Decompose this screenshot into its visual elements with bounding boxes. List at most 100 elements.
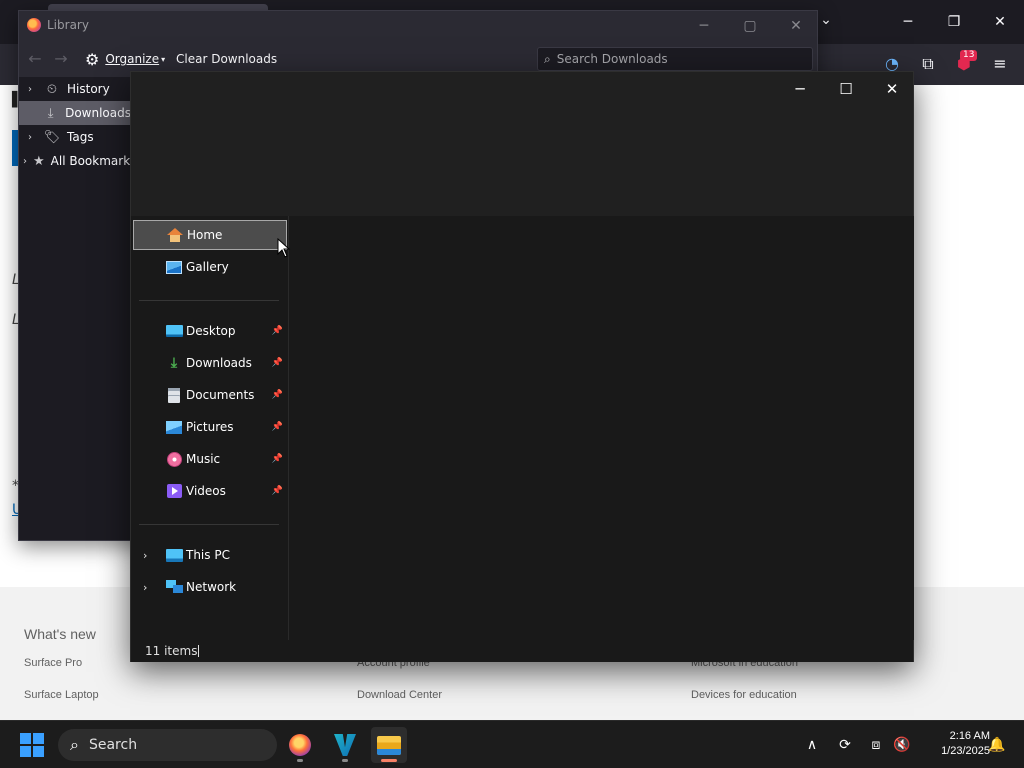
content-pane[interactable]: [290, 216, 914, 640]
nav-item-label: Downloads: [186, 356, 252, 370]
clock-time: 2:16 AM: [949, 730, 990, 742]
extension-badge: 13: [960, 50, 978, 61]
tree-item-all-bookmarks[interactable]: › ★ All Bookmarks: [19, 149, 131, 173]
visual-studio-icon: [334, 734, 356, 756]
search-downloads-box[interactable]: ⌕: [537, 47, 813, 71]
firefox-logo-icon: [27, 18, 41, 32]
footer-heading: What's new: [24, 626, 96, 642]
nav-item-home[interactable]: Home: [133, 220, 287, 250]
library-minimize-button[interactable]: ─: [681, 15, 727, 37]
network-status-icon[interactable]: ⧈: [866, 735, 886, 755]
forward-arrow-icon[interactable]: →: [51, 49, 71, 69]
documents-icon: [165, 387, 183, 403]
explorer-minimize-button[interactable]: ─: [777, 76, 823, 102]
chevron-right-icon[interactable]: ›: [23, 156, 27, 167]
pin-icon[interactable]: 📌: [272, 422, 283, 432]
sync-status-icon[interactable]: ⟳: [835, 735, 855, 755]
nav-item-pictures[interactable]: Pictures 📌: [133, 412, 287, 442]
volume-muted-icon[interactable]: 🔇: [892, 735, 912, 755]
pictures-icon: [165, 419, 183, 435]
nav-item-label: Network: [186, 580, 237, 594]
clear-downloads-button[interactable]: Clear Downloads: [176, 52, 277, 66]
tag-icon: 🏷: [43, 129, 61, 145]
item-count: 11 items: [145, 644, 198, 658]
browser-minimize-button[interactable]: ─: [885, 10, 931, 34]
windows-start-button[interactable]: [20, 733, 44, 757]
downloads-icon: ⤓: [170, 355, 178, 371]
videos-icon: [165, 483, 183, 499]
back-arrow-icon[interactable]: ←: [25, 49, 45, 69]
tray-overflow-chevron-icon[interactable]: ∧: [802, 735, 822, 755]
taskbar-search-box[interactable]: ⌕ Search: [58, 729, 277, 761]
chevron-down-icon[interactable]: ⌄: [816, 12, 836, 32]
library-title-bar[interactable]: Library ─ ▢ ✕: [19, 11, 817, 41]
explorer-maximize-button[interactable]: ☐: [823, 76, 869, 102]
tree-item-tags[interactable]: › 🏷 Tags: [19, 125, 131, 149]
chevron-right-icon[interactable]: ›: [23, 84, 37, 95]
status-bar: 11 items: [131, 640, 913, 662]
chevron-right-icon[interactable]: ›: [23, 132, 37, 143]
download-icon: ⤓: [47, 105, 54, 121]
search-icon: ⌕: [70, 735, 79, 754]
browser-restore-button[interactable]: ❐: [931, 10, 977, 34]
nav-item-music[interactable]: Music 📌: [133, 444, 287, 474]
pin-icon[interactable]: 📌: [272, 358, 283, 368]
footer-link[interactable]: Surface Laptop: [24, 689, 99, 701]
nav-item-gallery[interactable]: Gallery: [133, 252, 287, 282]
explorer-header[interactable]: ─ ☐ ✕: [131, 72, 913, 216]
search-icon: ⌕: [544, 51, 551, 66]
notification-bell-icon[interactable]: 🔔: [987, 735, 1007, 755]
chevron-right-icon[interactable]: ›: [143, 549, 147, 562]
this-pc-icon: [165, 547, 183, 563]
music-icon: [165, 451, 183, 467]
tree-item-label: History: [67, 82, 110, 96]
footer-link[interactable]: Surface Pro: [24, 657, 82, 669]
gear-icon: ⚙: [85, 49, 100, 69]
nav-item-label: Gallery: [186, 260, 229, 274]
taskbar-clock[interactable]: 2:16 AM 1/23/2025: [920, 729, 990, 759]
search-downloads-input[interactable]: [556, 52, 797, 66]
taskbar-app-firefox[interactable]: [282, 727, 318, 763]
history-clock-icon: ⏲: [46, 81, 58, 97]
file-explorer-icon: [377, 735, 401, 755]
library-title: Library: [47, 18, 89, 32]
nav-item-label: Documents: [186, 388, 255, 402]
library-maximize-button[interactable]: ▢: [727, 15, 773, 37]
nav-item-label: This PC: [186, 548, 230, 562]
pin-icon[interactable]: 📌: [272, 486, 283, 496]
nav-item-downloads[interactable]: ⤓ Downloads 📌: [133, 348, 287, 378]
menu-icon[interactable]: ≡: [988, 52, 1012, 76]
home-icon: [166, 227, 184, 243]
navigation-pane[interactable]: Home Gallery Desktop 📌 ⤓ Downloads 📌 Doc…: [131, 216, 289, 640]
app-running-indicator: [297, 759, 303, 762]
footer-link[interactable]: Devices for education: [691, 689, 797, 701]
extensions-icon[interactable]: ⧉: [916, 52, 940, 76]
tree-item-history[interactable]: › ⏲ History: [19, 77, 131, 101]
dropdown-caret-icon: ▾: [161, 54, 166, 64]
taskbar-search-label: Search: [88, 737, 138, 753]
nav-item-documents[interactable]: Documents 📌: [133, 380, 287, 410]
nav-separator: [139, 524, 279, 525]
nav-item-this-pc[interactable]: › This PC: [133, 540, 287, 570]
tree-item-downloads[interactable]: ⤓ Downloads: [19, 101, 131, 125]
organize-button[interactable]: ⚙ Organize ▾: [85, 49, 165, 69]
browser-close-button[interactable]: ✕: [977, 10, 1023, 34]
taskbar-app-visual-studio[interactable]: [327, 727, 363, 763]
footer-link[interactable]: Download Center: [357, 689, 442, 701]
app-running-indicator: [342, 759, 348, 762]
pin-icon[interactable]: 📌: [272, 454, 283, 464]
pin-icon[interactable]: 📌: [272, 326, 283, 336]
library-close-button[interactable]: ✕: [773, 15, 819, 37]
nav-item-desktop[interactable]: Desktop 📌: [133, 316, 287, 346]
file-explorer-window: ─ ☐ ✕ Home Gallery Desktop 📌 ⤓ Downloads…: [130, 71, 914, 662]
chevron-right-icon[interactable]: ›: [143, 581, 147, 594]
explorer-close-button[interactable]: ✕: [869, 76, 915, 102]
nav-item-videos[interactable]: Videos 📌: [133, 476, 287, 506]
app-running-indicator: [381, 759, 397, 762]
nav-separator: [139, 300, 279, 301]
nav-item-label: Videos: [186, 484, 226, 498]
pin-icon[interactable]: 📌: [272, 390, 283, 400]
mouse-cursor-icon: [277, 238, 291, 258]
nav-item-network[interactable]: › Network: [133, 572, 287, 602]
taskbar-app-file-explorer[interactable]: [371, 727, 407, 763]
